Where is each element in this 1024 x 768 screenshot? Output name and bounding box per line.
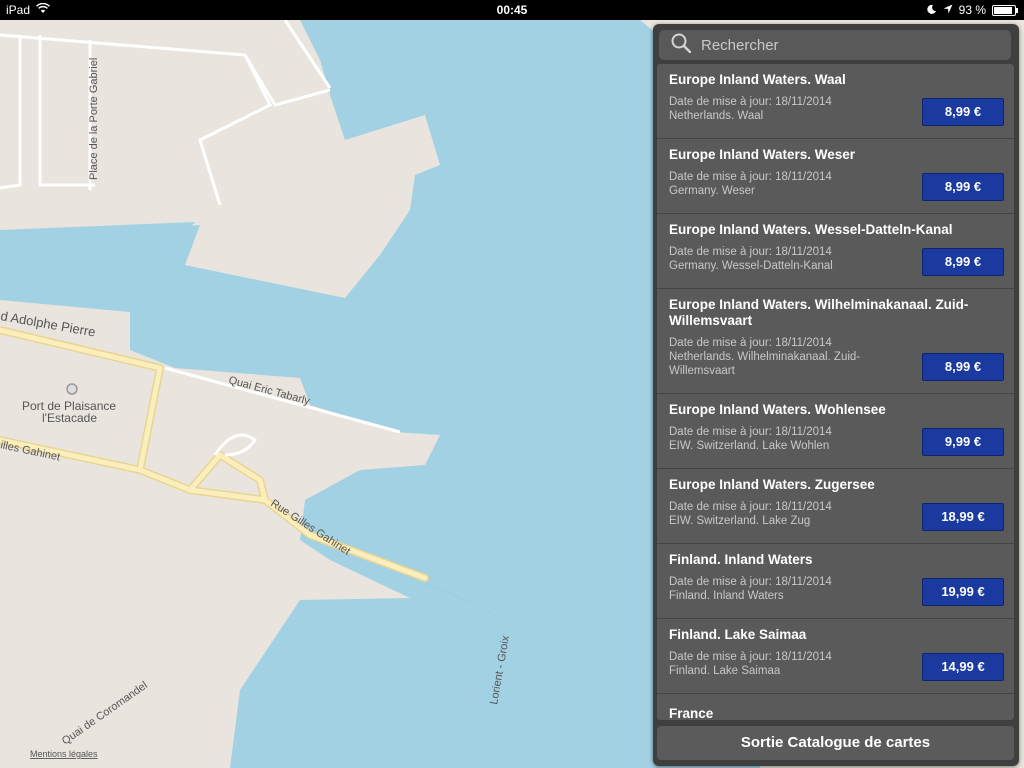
status-bar: iPad 00:45 93 % (0, 0, 1024, 20)
price-button[interactable]: 8,99 € (922, 353, 1004, 381)
price-button[interactable]: 14,99 € (922, 653, 1004, 681)
item-region: Finland. Lake Saimaa (669, 665, 781, 677)
item-region: Finland. Inland Waters (669, 590, 784, 602)
item-region: Netherlands. Waal (669, 110, 764, 122)
marina-poi-icon (66, 383, 78, 395)
battery-icon (992, 4, 1018, 16)
item-date: Date de mise à jour: 18/11/2014 (669, 501, 832, 513)
map-label-port-plaisance-2: l'Estacade (42, 411, 97, 425)
item-title: Finland. Lake Saimaa (669, 627, 807, 642)
item-title: Finland. Inland Waters (669, 552, 813, 567)
item-title: Europe Inland Waters. Weser (669, 147, 856, 162)
search-bar[interactable] (659, 30, 1011, 60)
clock: 00:45 (496, 3, 528, 17)
list-item[interactable]: Finland. Inland Waters Date de mise à jo… (657, 544, 1014, 619)
item-date: Date de mise à jour: 18/11/2014 (669, 246, 832, 258)
price-button[interactable]: 18,99 € (922, 503, 1004, 531)
list-item[interactable]: Europe Inland Waters. Wilhelminakanaal. … (657, 289, 1014, 394)
battery-percent: 93 % (958, 3, 986, 17)
item-date: Date de mise à jour: 18/11/2014 (669, 337, 832, 349)
list-item[interactable]: France (657, 694, 1014, 720)
price-button[interactable]: 9,99 € (922, 428, 1004, 456)
item-title: Europe Inland Waters. Zugersee (669, 477, 875, 492)
search-input[interactable] (699, 35, 1003, 55)
price-button[interactable]: 19,99 € (922, 578, 1004, 606)
item-region: EIW. Switzerland. Lake Zug (669, 515, 811, 527)
item-region: EIW. Switzerland. Lake Wohlen (669, 440, 830, 452)
item-date: Date de mise à jour: 18/11/2014 (669, 576, 832, 588)
item-title: Europe Inland Waters. Wohlensee (669, 402, 886, 417)
item-title: France (669, 706, 714, 720)
item-region: Germany. Wessel-Datteln-Kanal (669, 260, 833, 272)
price-button[interactable]: 8,99 € (922, 98, 1004, 126)
item-region: Germany. Weser (669, 185, 755, 197)
item-title: Europe Inland Waters. Waal (669, 72, 846, 87)
price-button[interactable]: 8,99 € (922, 173, 1004, 201)
price-button[interactable]: 8,99 € (922, 248, 1004, 276)
location-arrow-icon (943, 3, 953, 17)
item-date: Date de mise à jour: 18/11/2014 (669, 96, 832, 108)
item-date: Date de mise à jour: 18/11/2014 (669, 651, 832, 663)
item-date: Date de mise à jour: 18/11/2014 (669, 171, 832, 183)
exit-catalog-button[interactable]: Sortie Catalogue de cartes (657, 726, 1014, 760)
list-item[interactable]: Europe Inland Waters. Weser Date de mise… (657, 139, 1014, 214)
list-item[interactable]: Europe Inland Waters. Zugersee Date de m… (657, 469, 1014, 544)
item-title: Europe Inland Waters. Wessel-Datteln-Kan… (669, 222, 953, 237)
item-title: Europe Inland Waters. Wilhelminakanaal. … (669, 297, 969, 328)
list-item[interactable]: Europe Inland Waters. Wohlensee Date de … (657, 394, 1014, 469)
map-label-porte-gabriel: Place de la Porte Gabriel (88, 58, 100, 180)
map-catalog-panel: Europe Inland Waters. Waal Date de mise … (653, 24, 1019, 766)
legal-link[interactable]: Mentions légales (30, 749, 98, 759)
list-item[interactable]: Europe Inland Waters. Waal Date de mise … (657, 64, 1014, 139)
catalog-list[interactable]: Europe Inland Waters. Waal Date de mise … (657, 64, 1014, 720)
item-region: Netherlands. Wilhelminakanaal. Zuid-Will… (669, 351, 861, 377)
list-item[interactable]: Finland. Lake Saimaa Date de mise à jour… (657, 619, 1014, 694)
item-date: Date de mise à jour: 18/11/2014 (669, 426, 832, 438)
search-icon (671, 33, 692, 58)
moon-icon (926, 3, 937, 17)
list-item[interactable]: Europe Inland Waters. Wessel-Datteln-Kan… (657, 214, 1014, 289)
